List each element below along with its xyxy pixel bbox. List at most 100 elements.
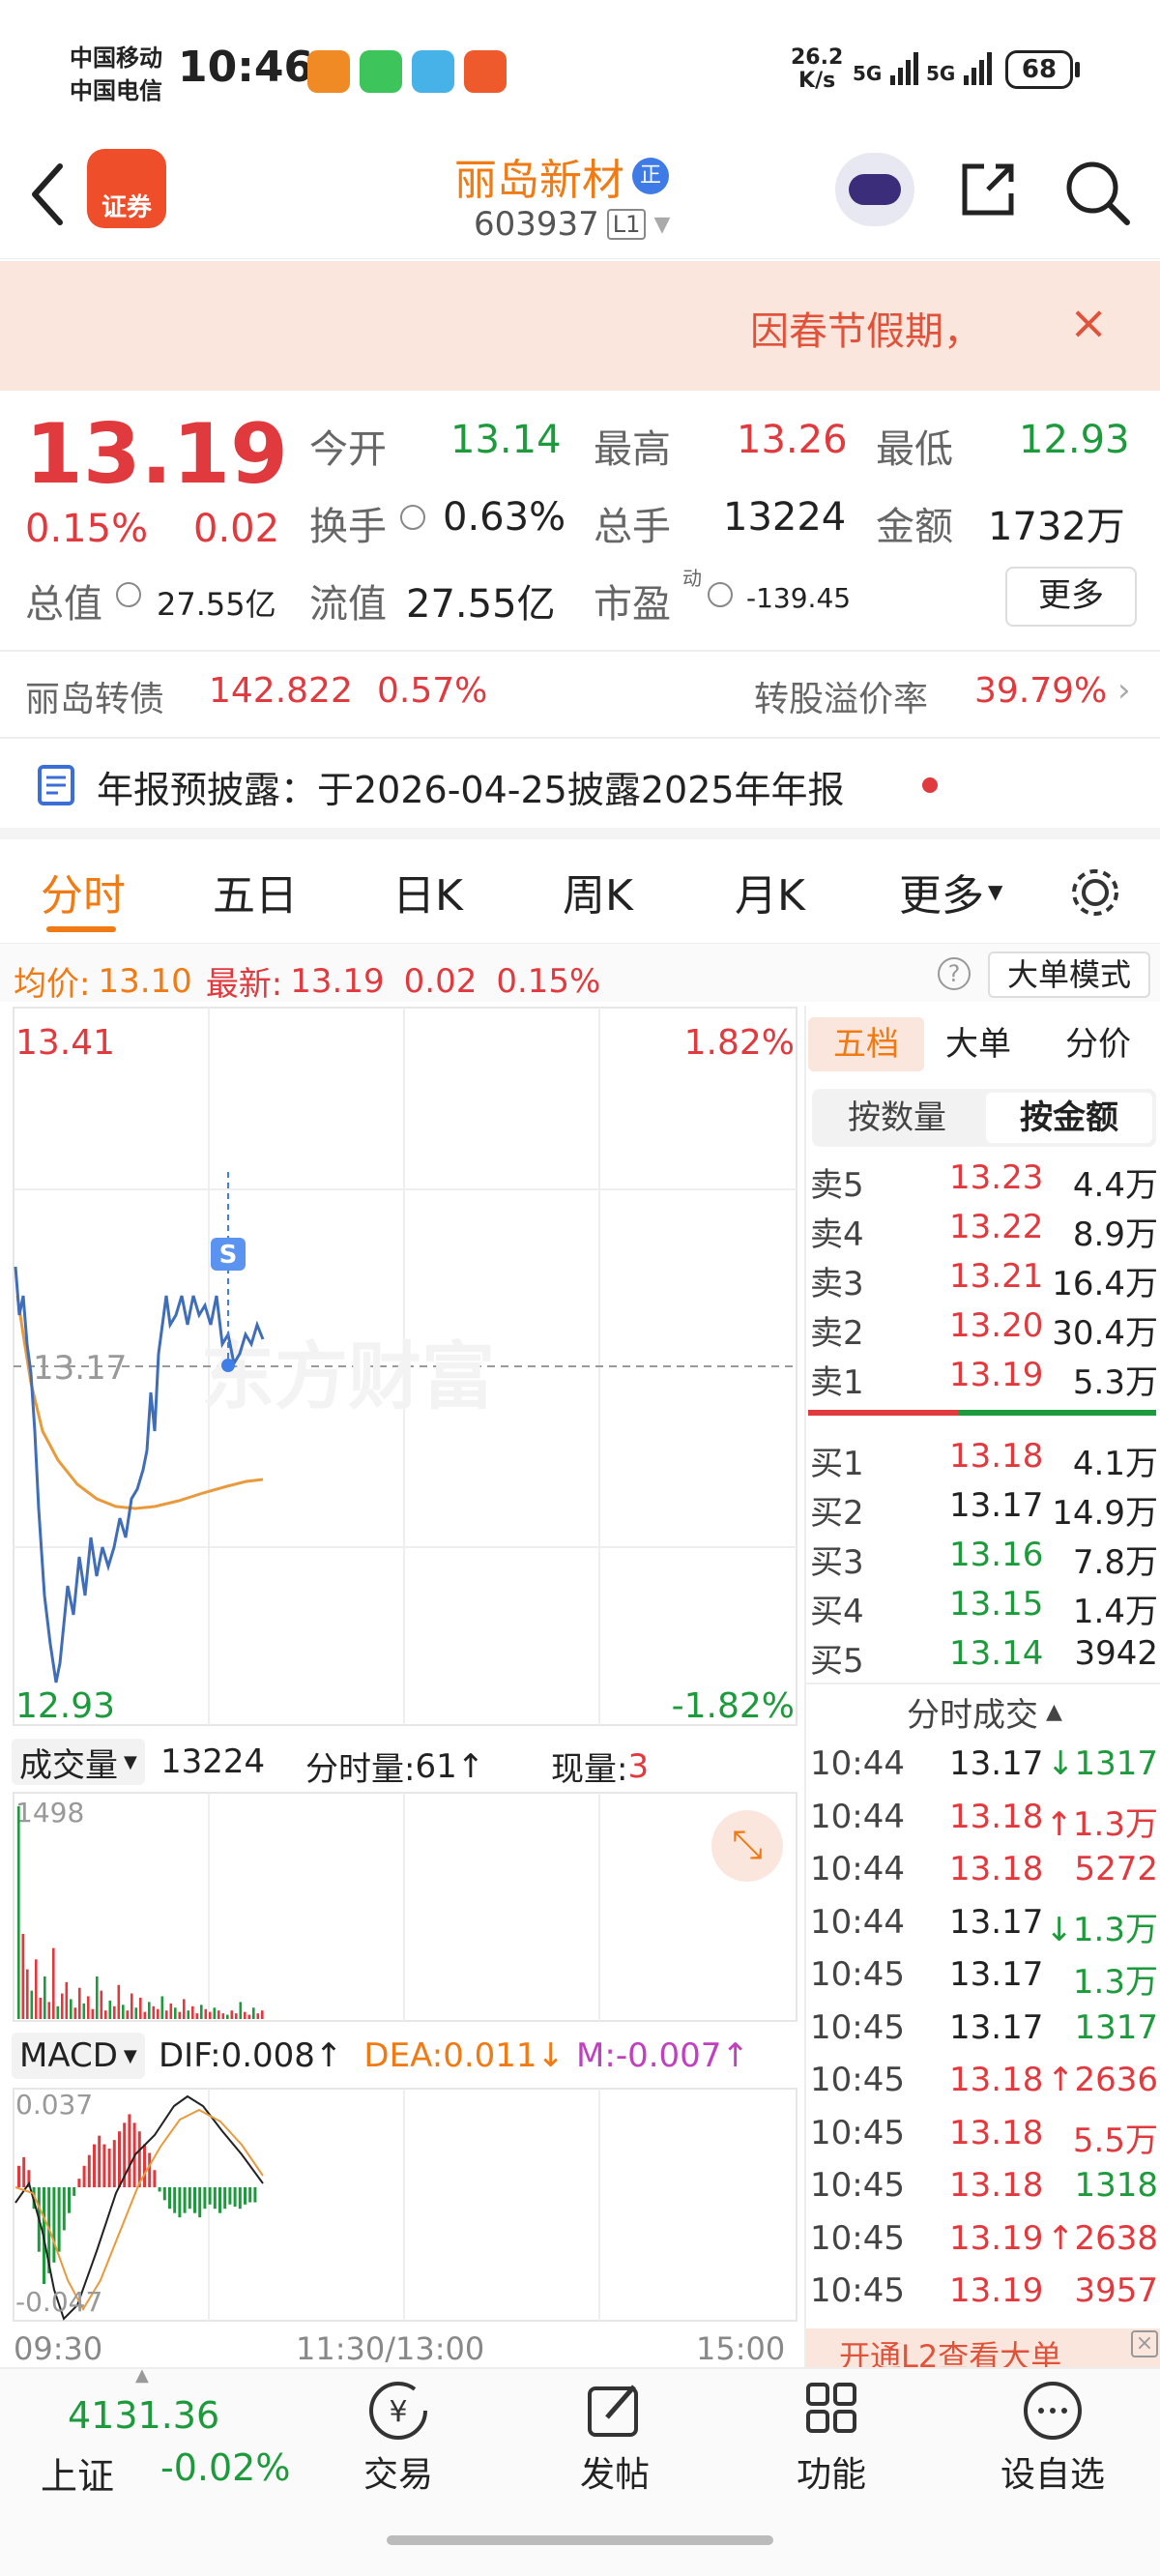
tick-price: 13.18 xyxy=(949,2061,1044,2099)
volume-selector[interactable]: 成交量 ▼ xyxy=(12,1739,145,1785)
volume-bar xyxy=(200,2005,203,2019)
convertible-bond-row[interactable]: 丽岛转债 142.822 0.57% 转股溢价率 39.79% › xyxy=(0,652,1160,737)
tick-row: 10:44 13.18 5272 xyxy=(806,1846,1160,1899)
level-label: 买5 xyxy=(810,1642,864,1681)
expand-icon[interactable]: ⤡ xyxy=(711,1810,783,1882)
s-marker-label: S xyxy=(219,1241,238,1270)
macd-bar xyxy=(183,2187,187,2213)
macd-chart[interactable]: 0.037 -0.047 xyxy=(0,2087,802,2323)
bond-price: 142.822 xyxy=(209,671,353,711)
volume-bar xyxy=(183,1999,186,2019)
info-icon[interactable] xyxy=(708,582,733,607)
ask-level-row[interactable]: 卖3 13.21 16.4万 xyxy=(806,1253,1160,1303)
holiday-notice[interactable]: 因春节假期， × xyxy=(0,261,1160,391)
mktcap-value: 27.55亿 xyxy=(157,586,276,623)
l2-promo-banner[interactable]: 开通L2查看大单 × xyxy=(806,2328,1160,2367)
quote-panel: 13.19 0.15% 0.02 总值 27.55亿 今开 13.14 最高 1… xyxy=(0,393,1160,650)
volume-header: 成交量 ▼ 13224 分时量: 61 ↑ 现量: 3 xyxy=(0,1733,802,1791)
brand-logo[interactable]: 证券 xyxy=(87,149,166,228)
macd-bar xyxy=(248,2187,252,2203)
chart-tabs: 分时 五日 日K 周K 月K 更多 ▼ xyxy=(0,839,1160,944)
level-price: 13.22 xyxy=(949,1208,1044,1246)
level-volume: 4.1万 xyxy=(1072,1445,1158,1483)
close-icon[interactable]: × xyxy=(1131,2330,1158,2357)
help-icon[interactable]: ? xyxy=(938,957,971,990)
securities-app-icon xyxy=(464,50,507,93)
tick-time: 10:45 xyxy=(810,2007,905,2047)
stock-title[interactable]: 丽岛新材 正 xyxy=(454,145,669,207)
tick-volume: ↑1.3万 xyxy=(1045,1804,1158,1844)
level-volume: 30.4万 xyxy=(1052,1314,1158,1353)
info-icon[interactable] xyxy=(116,582,141,607)
bid-level-row[interactable]: 买5 13.14 3942 xyxy=(806,1630,1160,1681)
index-name[interactable]: 上证 xyxy=(41,2446,114,2500)
macd-header: MACD ▼ DIF:0.008 ↑ DEA:0.011 ↓ M:-0.007 ↑ xyxy=(0,2027,802,2087)
settings-gear-icon[interactable] xyxy=(1067,864,1123,921)
tab-intraday[interactable]: 分时 xyxy=(41,861,126,922)
volume-bar xyxy=(30,1990,34,2019)
volume-bar xyxy=(209,2011,212,2019)
tab-daily-k[interactable]: 日K xyxy=(392,861,463,922)
tick-price: 13.17 xyxy=(949,1955,1044,1994)
volume-bar xyxy=(73,2007,77,2019)
share-icon[interactable] xyxy=(957,159,1019,220)
close-icon[interactable]: × xyxy=(1069,296,1108,350)
back-icon[interactable] xyxy=(27,161,70,228)
side-tab-five-levels[interactable]: 五档 xyxy=(808,1017,924,1071)
price-chart-svg: 东方财富 S 13.41 1.82% 13.17 12.93 -1.82% xyxy=(13,1007,798,1726)
tab-monthly-k[interactable]: 月K xyxy=(735,861,805,922)
ask-level-row[interactable]: 卖5 13.23 4.4万 xyxy=(806,1155,1160,1205)
bid-level-row[interactable]: 买1 13.18 4.1万 xyxy=(806,1433,1160,1483)
volume-bar xyxy=(247,2014,251,2019)
net-type-2: 5G xyxy=(926,62,956,85)
volume-chart[interactable]: 1498 ⤡ xyxy=(0,1791,802,2023)
bid-level-row[interactable]: 买4 13.15 1.4万 xyxy=(806,1581,1160,1631)
tab-more[interactable]: 更多 ▼ xyxy=(899,861,1002,922)
index-pct[interactable]: -0.02% xyxy=(160,2446,290,2489)
macd-bar xyxy=(158,2187,161,2192)
tab-more-label: 更多 xyxy=(899,871,984,921)
functions-button[interactable]: 功能 xyxy=(773,2379,889,2514)
carrier-2: 中国电信 xyxy=(70,77,162,104)
by-quantity-tab[interactable]: 按数量 xyxy=(812,1089,982,1147)
intraday-chart[interactable]: 东方财富 S 13.41 1.82% 13.17 12.93 -1.82% xyxy=(0,1006,802,1733)
tab-five-day[interactable]: 五日 xyxy=(213,861,298,922)
ticks-title[interactable]: 分时成交 ▲ xyxy=(907,1688,1062,1736)
bottom-pct-label: -1.82% xyxy=(672,1686,795,1726)
bid-level-row[interactable]: 买2 13.17 14.9万 xyxy=(806,1482,1160,1533)
volume-bar xyxy=(160,1996,164,2019)
top-price-label: 13.41 xyxy=(15,1023,115,1063)
level-badge: L1 xyxy=(606,209,647,240)
price-line xyxy=(14,1266,265,1683)
net-type-1: 5G xyxy=(853,62,883,85)
index-value[interactable]: 4131.36 xyxy=(68,2394,219,2437)
macd-selector[interactable]: MACD ▼ xyxy=(12,2033,145,2079)
big-order-mode-button[interactable]: 大单模式 xyxy=(988,951,1150,998)
trade-button[interactable]: ¥ 交易 xyxy=(340,2379,456,2514)
volume-bar xyxy=(230,2010,234,2019)
side-tab-big-order[interactable]: 大单 xyxy=(945,1017,1011,1071)
amount-value: 1732万 xyxy=(988,505,1125,549)
side-tab-price-dist[interactable]: 分价 xyxy=(1065,1017,1131,1071)
post-button[interactable]: 发帖 xyxy=(557,2379,673,2514)
level-price: 13.19 xyxy=(949,1356,1044,1394)
robot-assistant-icon[interactable] xyxy=(835,153,914,226)
last-value: 13.19 xyxy=(290,961,385,1001)
tab-weekly-k[interactable]: 周K xyxy=(563,861,633,922)
search-icon[interactable] xyxy=(1063,159,1131,226)
info-icon[interactable] xyxy=(400,505,425,530)
arrow-up-icon: ↑ xyxy=(721,2036,749,2075)
ask-level-row[interactable]: 卖1 13.19 5.3万 xyxy=(806,1352,1160,1402)
by-amount-tab[interactable]: 按金额 xyxy=(986,1093,1152,1143)
caret-down-icon: ▼ xyxy=(988,880,1003,903)
ask-level-row[interactable]: 卖2 13.20 30.4万 xyxy=(806,1303,1160,1353)
add-watchlist-button[interactable]: 设自选 xyxy=(990,2379,1116,2514)
macd-bar xyxy=(228,2187,232,2205)
volume-bar xyxy=(82,2003,86,2019)
stock-code[interactable]: 603937 L1 ▼ xyxy=(474,205,670,244)
more-button[interactable]: 更多 xyxy=(1005,567,1137,627)
bid-level-row[interactable]: 买3 13.16 7.8万 xyxy=(806,1532,1160,1582)
report-notice[interactable]: 年报预披露：于2026-04-25披露2025年年报 xyxy=(0,739,1160,828)
tick-row: 10:45 13.19 3957 xyxy=(806,2268,1160,2321)
ask-level-row[interactable]: 卖4 13.22 8.9万 xyxy=(806,1204,1160,1254)
